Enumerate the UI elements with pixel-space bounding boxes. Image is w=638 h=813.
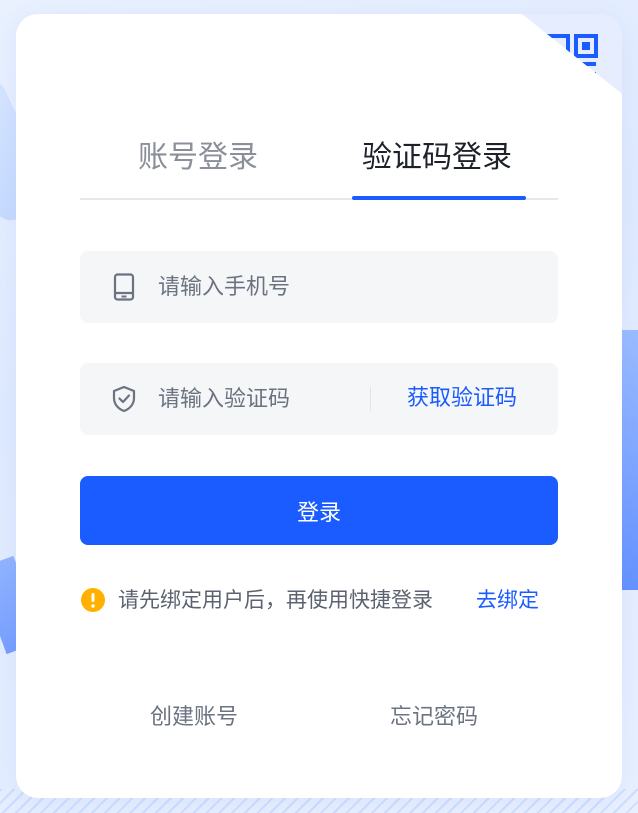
qr-login-toggle[interactable] xyxy=(522,14,622,94)
qr-code-icon xyxy=(546,34,598,82)
mobile-phone-icon xyxy=(113,273,135,301)
forgot-password-link[interactable]: 忘记密码 xyxy=(390,702,478,734)
go-bind-link[interactable]: 去绑定 xyxy=(476,584,539,616)
login-button[interactable]: 登录 xyxy=(80,476,558,545)
get-code-button[interactable]: 获取验证码 xyxy=(407,363,517,435)
shield-check-icon xyxy=(112,385,136,413)
verification-code-field: 获取验证码 xyxy=(80,363,558,435)
verification-code-input[interactable] xyxy=(158,363,358,435)
notice-text: 请先绑定用户后，再使用快捷登录 xyxy=(118,588,433,612)
create-account-link[interactable]: 创建账号 xyxy=(150,702,238,734)
phone-field xyxy=(80,251,558,323)
tab-sms-login[interactable]: 验证码登录 xyxy=(362,136,512,198)
active-tab-indicator xyxy=(352,196,526,200)
login-tabs: 账号登录 验证码登录 xyxy=(80,136,558,200)
tab-account-login[interactable]: 账号登录 xyxy=(138,136,258,198)
warning-icon xyxy=(81,588,105,612)
phone-input[interactable] xyxy=(158,251,538,323)
login-card: 账号登录 验证码登录 获取验证码 登录 请先绑定用户后，再使用快捷登录 去绑定 … xyxy=(16,14,622,798)
divider xyxy=(370,387,371,411)
